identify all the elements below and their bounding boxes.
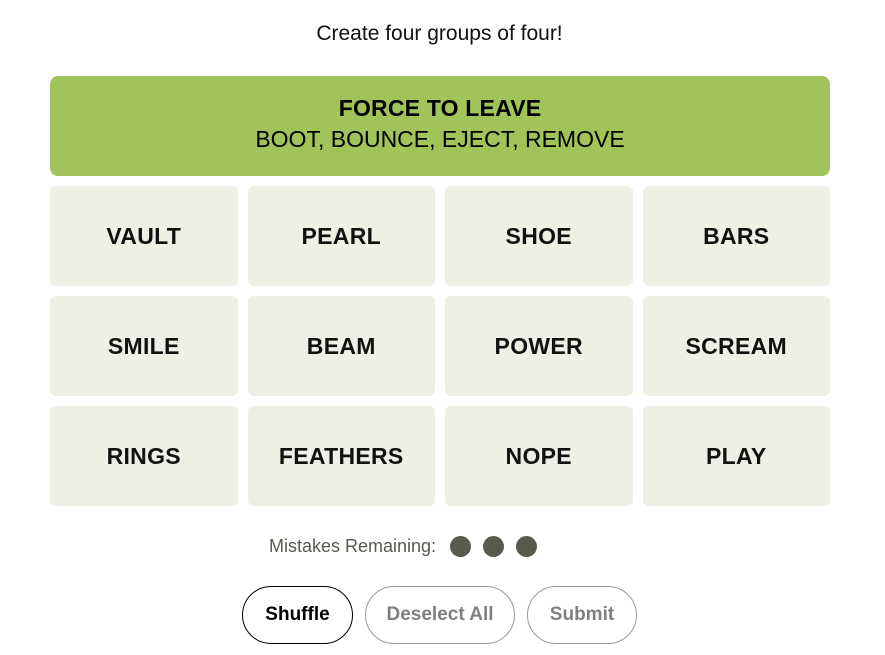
- word-tile-beam[interactable]: BEAM: [247, 296, 435, 396]
- mistake-dot-2: [483, 535, 505, 557]
- shuffle-button[interactable]: Shuffle: [242, 586, 353, 644]
- solved-group-card: FORCE TO LEAVE BOOT, BOUNCE, EJECT, REMO…: [50, 76, 830, 176]
- word-tile-pearl[interactable]: PEARL: [247, 186, 435, 286]
- word-tile-play[interactable]: PLAY: [642, 406, 830, 506]
- deselect-all-button[interactable]: Deselect All: [365, 586, 515, 644]
- word-tile-shoe[interactable]: SHOE: [445, 186, 633, 286]
- mistakes-label: Mistakes Remaining:: [269, 535, 437, 556]
- mistake-dot-3: [516, 535, 538, 557]
- word-tile-scream[interactable]: SCREAM: [642, 296, 830, 396]
- word-tile-nope[interactable]: NOPE: [445, 406, 633, 506]
- solved-group-members: BOOT, BOUNCE, EJECT, REMOVE: [255, 126, 625, 152]
- submit-button[interactable]: Submit: [527, 586, 637, 644]
- word-tile-bars[interactable]: BARS: [642, 186, 830, 286]
- word-tile-smile[interactable]: SMILE: [50, 296, 238, 396]
- word-tile-vault[interactable]: VAULT: [50, 186, 238, 286]
- instructions-text: Create four groups of four!: [316, 22, 563, 45]
- mistake-dot-1: [450, 535, 472, 557]
- mistakes-remaining: Mistakes Remaining:: [269, 533, 549, 559]
- word-tile-feathers[interactable]: FEATHERS: [247, 406, 435, 506]
- solved-group-title: FORCE TO LEAVE: [338, 95, 542, 121]
- word-grid: VAULT PEARL SHOE BARS SMILE BEAM POWER S…: [50, 186, 830, 506]
- word-tile-rings[interactable]: RINGS: [50, 406, 238, 506]
- word-tile-power[interactable]: POWER: [445, 296, 633, 396]
